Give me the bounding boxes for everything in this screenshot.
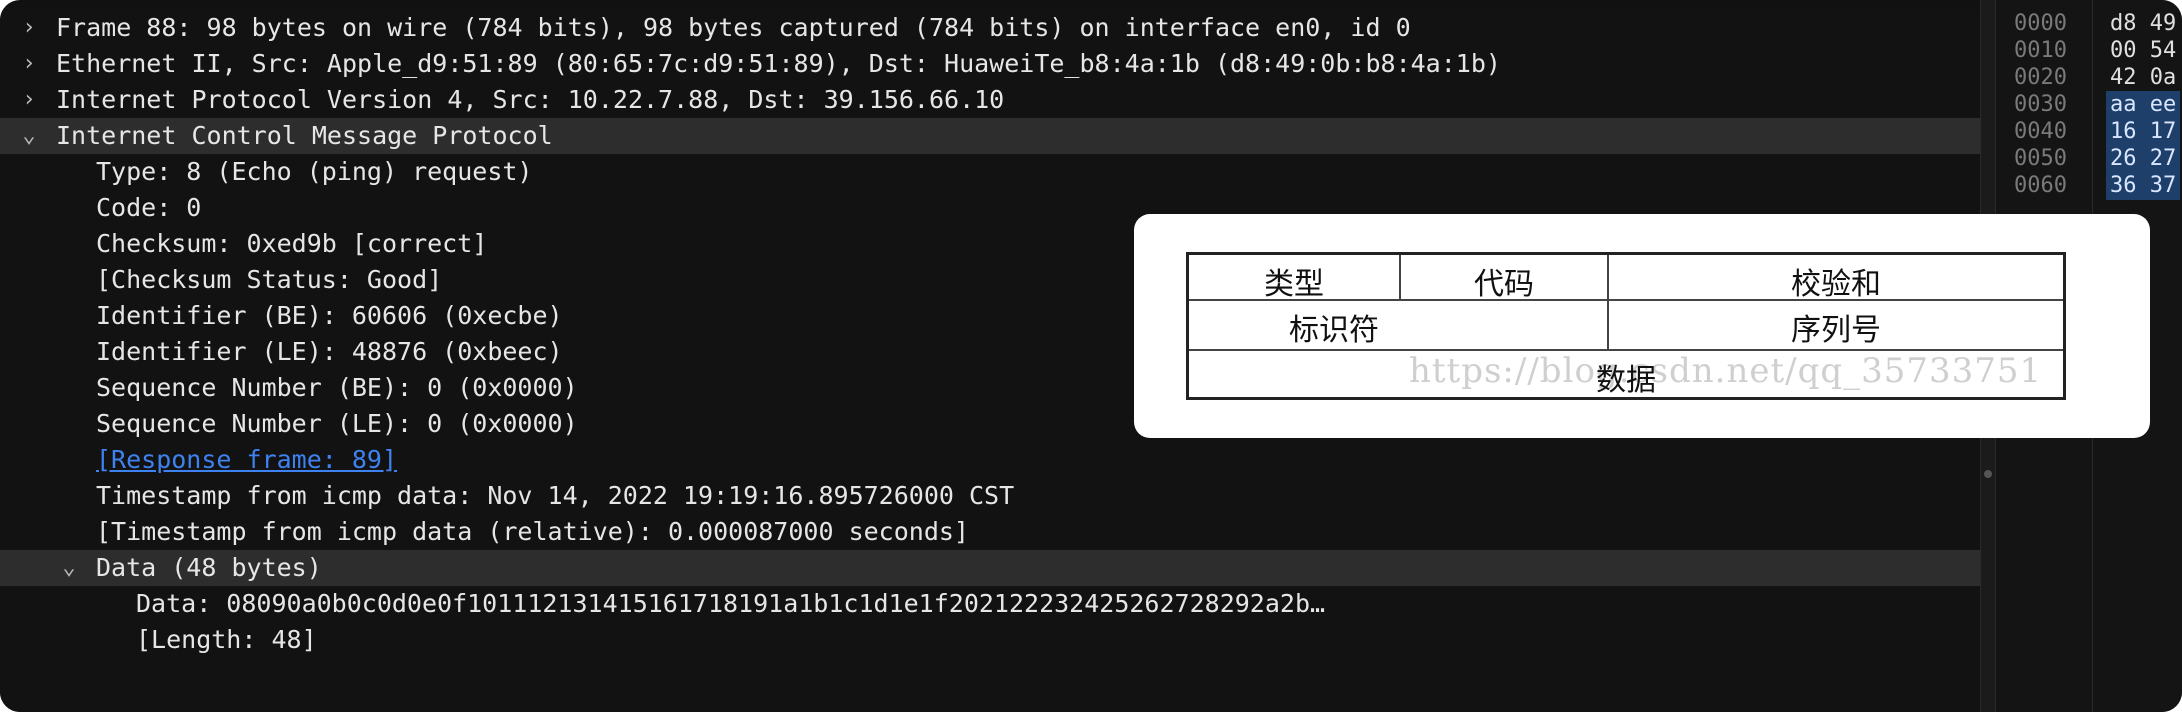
icmp-header-figure-card: 类型 代码 校验和 标识符 序列号 https://blog.csdn.net/…	[1134, 214, 2150, 438]
tree-row-label: Identifier (BE): 60606 (0xecbe)	[96, 301, 563, 330]
hex-offset: 0060	[2014, 173, 2067, 198]
hex-offset: 0010	[2014, 38, 2067, 63]
tree-row[interactable]: Timestamp from icmp data: Nov 14, 2022 1…	[0, 478, 1980, 514]
sequence-field: 序列号	[1791, 313, 1881, 348]
tree-row-label: Data: 08090a0b0c0d0e0f101112131415161718…	[136, 589, 1326, 618]
hex-bytes[interactable]: aa ee	[2106, 91, 2181, 119]
tree-row[interactable]: › Frame 88: 98 bytes on wire (784 bits), …	[0, 10, 1980, 46]
chevron-right-icon[interactable]: ›	[14, 10, 44, 46]
tree-row-label: Code: 0	[96, 193, 202, 222]
code-field: 代码	[1474, 267, 1534, 302]
hex-bytes[interactable]: d8 49	[2106, 10, 2180, 38]
wireshark-window: › Frame 88: 98 bytes on wire (784 bits), …	[0, 0, 2182, 712]
chevron-right-icon[interactable]: ›	[14, 46, 44, 82]
tree-row[interactable]: ⌄ Data (48 bytes)	[0, 550, 1980, 586]
hex-bytes[interactable]: 26 27	[2106, 145, 2181, 173]
type-field: 类型	[1264, 267, 1324, 302]
tree-row-label: Sequence Number (LE): 0 (0x0000)	[96, 409, 578, 438]
tree-row[interactable]: Data: 08090a0b0c0d0e0f101112131415161718…	[0, 586, 1980, 622]
hex-offset: 0040	[2014, 119, 2067, 144]
hex-offset: 0030	[2014, 92, 2067, 117]
tree-row-label: Identifier (LE): 48876 (0xbeec)	[96, 337, 563, 366]
tree-row-label: Sequence Number (BE): 0 (0x0000)	[96, 373, 578, 402]
hex-bytes[interactable]: 42 0a	[2106, 64, 2180, 92]
chevron-down-icon[interactable]: ⌄	[14, 118, 44, 154]
tree-row-label: Type: 8 (Echo (ping) request)	[96, 157, 533, 186]
tree-row-label: Checksum: 0xed9b [correct]	[96, 229, 488, 258]
tree-row[interactable]: [Response frame: 89]	[0, 442, 1980, 478]
tree-row[interactable]: [Length: 48]	[0, 622, 1980, 658]
tree-row[interactable]: [Timestamp from icmp data (relative): 0.…	[0, 514, 1980, 550]
hex-offset: 0020	[2014, 65, 2067, 90]
splitter-handle[interactable]	[1984, 470, 1992, 478]
checksum-field: 校验和	[1791, 267, 1881, 302]
tree-row[interactable]: ⌄ Internet Control Message Protocol	[0, 118, 1980, 154]
response-frame-link[interactable]: [Response frame: 89]	[96, 442, 397, 478]
hex-bytes[interactable]: 00 54	[2106, 37, 2180, 65]
tree-row[interactable]: Type: 8 (Echo (ping) request)	[0, 154, 1980, 190]
tree-row-label: Frame 88: 98 bytes on wire (784 bits), 9…	[56, 13, 1411, 42]
tree-row-label: Timestamp from icmp data: Nov 14, 2022 1…	[96, 481, 1015, 510]
data-field: 数据	[1596, 363, 1656, 398]
chevron-right-icon[interactable]: ›	[14, 82, 44, 118]
hex-bytes[interactable]: 16 17	[2106, 118, 2181, 146]
tree-row[interactable]: › Internet Protocol Version 4, Src: 10.22…	[0, 82, 1980, 118]
tree-row-label: Internet Control Message Protocol	[56, 121, 553, 150]
chevron-down-icon[interactable]: ⌄	[54, 550, 84, 586]
hex-bytes[interactable]: 36 37	[2106, 172, 2181, 200]
tree-row-label: [Timestamp from icmp data (relative): 0.…	[96, 517, 969, 546]
hex-offset: 0000	[2014, 11, 2067, 36]
tree-row[interactable]: › Ethernet II, Src: Apple_d9:51:89 (80:65…	[0, 46, 1980, 82]
tree-row-label: Internet Protocol Version 4, Src: 10.22.…	[56, 85, 1005, 114]
identifier-field: 标识符	[1289, 313, 1379, 348]
tree-row-label: Data (48 bytes)	[96, 553, 322, 582]
tree-row-label: [Length: 48]	[136, 625, 317, 654]
icmp-header-diagram: 类型 代码 校验和 标识符 序列号 https://blog.csdn.net/…	[1186, 252, 2066, 400]
tree-row-label: [Checksum Status: Good]	[96, 265, 443, 294]
hex-offset: 0050	[2014, 146, 2067, 171]
tree-row-label: Ethernet II, Src: Apple_d9:51:89 (80:65:…	[56, 49, 1501, 78]
